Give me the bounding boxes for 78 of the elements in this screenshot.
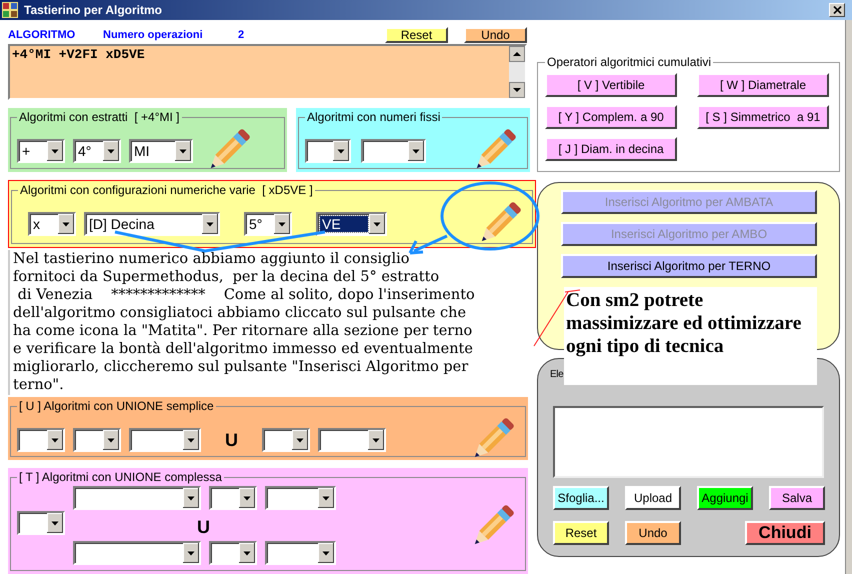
button[interactable]: Upload [625,486,681,510]
window-title: Tastierino per Algoritmo [24,3,164,17]
group-title: Operatori algoritmici cumulativi [546,55,712,69]
caret-icon[interactable] [47,430,63,450]
dropdown[interactable] [73,541,201,565]
label: ALGORITMO [8,28,76,40]
dropdown[interactable] [209,486,257,510]
dropdown[interactable] [73,428,121,452]
dropdown[interactable] [17,428,65,452]
dropdown[interactable] [318,428,386,452]
insert-button[interactable]: Inserisci Algoritmo per TERNO [561,254,817,278]
undo-button[interactable]: Undo [464,26,527,42]
button[interactable]: Salva [769,486,825,510]
caret-icon[interactable] [292,430,308,450]
caret-icon[interactable] [318,488,334,508]
dropdown[interactable]: 5° [244,212,292,236]
caret-icon[interactable] [47,141,63,161]
group-title: [ U ] Algoritmi con UNIONE semplice [18,399,215,413]
close-button[interactable] [829,3,845,17]
dropdown[interactable] [265,541,336,565]
button[interactable]: Undo [625,521,681,545]
caret-icon[interactable] [333,141,349,161]
caret-icon[interactable] [58,214,74,234]
caret-icon[interactable] [47,513,63,533]
panel-label: Ele [550,369,564,382]
caret-icon[interactable] [239,488,255,508]
button[interactable]: Aggiungi [697,486,753,510]
caret-icon[interactable] [368,430,384,450]
dropdown[interactable]: [D] Decina [84,212,220,236]
button[interactable]: Chiudi [745,521,825,545]
group-title: Algoritmi con numeri fissi [306,110,442,124]
caret-icon[interactable] [103,141,119,161]
caret-icon[interactable] [183,430,199,450]
caret-icon[interactable] [274,214,290,234]
dropdown[interactable]: MI [129,139,193,163]
dropdown[interactable]: x [28,212,76,236]
dropdown[interactable] [209,541,257,565]
caret-icon[interactable] [318,543,334,563]
operator-button[interactable]: [ J ] Diam. in decina [545,137,677,161]
operator-button[interactable]: [ S ] Simmetrico a 91 [697,105,829,129]
dropdown[interactable]: VE [316,212,387,236]
operator-button[interactable]: [ V ] Vertibile [545,73,677,97]
file-list-field[interactable] [553,406,824,478]
dropdown[interactable] [73,486,201,510]
button[interactable]: Reset [553,521,609,545]
close-icon [832,6,842,14]
group-title: Algoritmi con estratti [ +4°MI ] [18,110,181,124]
dropdown[interactable] [129,428,201,452]
dropdown[interactable]: + [17,139,65,163]
caret-icon[interactable] [183,488,199,508]
button[interactable]: Sfoglia... [553,486,609,510]
caret-icon[interactable] [202,214,218,234]
app-icon [2,2,18,18]
dropdown[interactable] [305,139,351,163]
caret-icon[interactable] [408,141,424,161]
dropdown[interactable] [262,428,310,452]
operations-count: 2 [238,28,246,40]
scrollbar[interactable] [509,46,525,98]
dropdown[interactable] [361,139,426,163]
label: Numero operazioni [103,28,204,40]
dropdown[interactable] [17,511,65,535]
operator-button[interactable]: [ W ] Diametrale [697,73,829,97]
group-title: Algoritmi con configurazioni numeriche varie [ xD5VE ] [19,183,314,197]
expression-field[interactable]: +4°MI +V2FI xD5VE [8,44,527,100]
caret-icon[interactable] [183,543,199,563]
pointer-arrow [408,234,448,254]
caret-icon[interactable] [103,430,119,450]
union-symbol: U [225,430,238,450]
group-title: [ T ] Algoritmi con UNIONE complessa [18,470,223,484]
caret-icon[interactable] [239,543,255,563]
dropdown[interactable]: 4° [73,139,121,163]
reset-button[interactable]: Reset [385,26,448,42]
union-symbol: U [197,516,211,538]
caret-icon[interactable] [369,214,385,234]
dropdown[interactable] [265,486,336,510]
callout-text: Con sm2 potrete massimizzare ed ottimizzare ogni tipo di tecnica [564,287,817,385]
caret-icon[interactable] [175,141,191,161]
operator-button[interactable]: [ Y ] Complem. a 90 [545,105,677,129]
